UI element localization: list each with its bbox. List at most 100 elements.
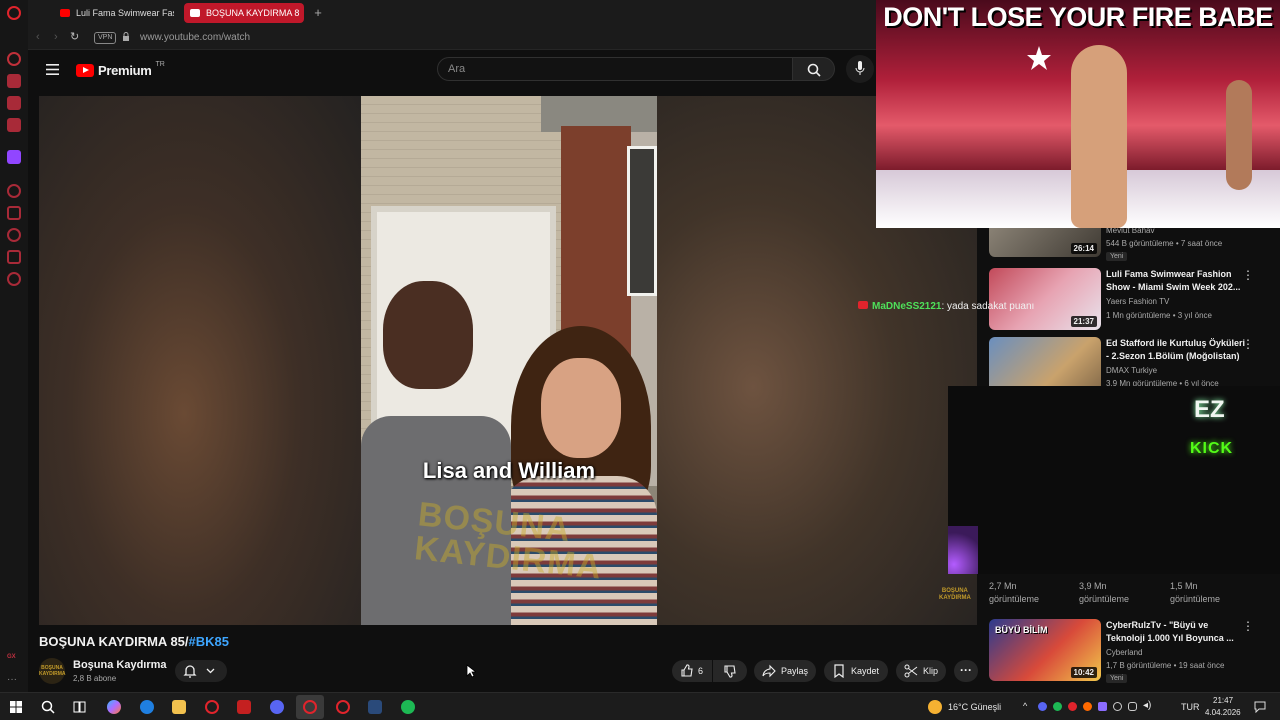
more-options-icon[interactable]: ⋮ bbox=[1242, 268, 1254, 282]
back-icon[interactable]: ‹ bbox=[36, 31, 40, 43]
messenger-icon[interactable] bbox=[7, 96, 21, 110]
player-icon[interactable] bbox=[7, 184, 21, 198]
stream-overlay-webcam: EZ KICK bbox=[948, 386, 1280, 574]
windows-start-icon[interactable] bbox=[10, 701, 22, 713]
clock-date[interactable]: 4.04.2026 bbox=[1205, 708, 1241, 717]
notifications-icon[interactable] bbox=[1254, 701, 1266, 713]
channel-name[interactable]: Boşuna Kaydırma bbox=[73, 659, 167, 671]
youtube-header: Premium TR Ara bbox=[28, 50, 876, 90]
weather-sun-icon[interactable] bbox=[928, 700, 942, 714]
search-input[interactable]: Ara bbox=[437, 57, 793, 81]
tray-discord-icon[interactable] bbox=[1038, 702, 1047, 711]
star-logo-icon bbox=[1027, 46, 1051, 70]
edge-browser-icon[interactable] bbox=[140, 700, 154, 714]
crypto-wallet-icon[interactable] bbox=[7, 74, 21, 88]
vpn-badge[interactable]: VPN bbox=[94, 32, 117, 44]
volume-icon[interactable]: ◂) bbox=[1143, 700, 1151, 711]
more-options-icon[interactable]: ⋮ bbox=[1242, 619, 1254, 633]
url-field[interactable]: www.youtube.com/watch bbox=[140, 32, 250, 43]
youtube-play-logo-icon bbox=[76, 63, 94, 77]
tray-app-icon[interactable] bbox=[1098, 702, 1107, 711]
forward-icon[interactable]: › bbox=[54, 31, 58, 43]
opera-gx-icon[interactable] bbox=[205, 700, 219, 714]
twitch-icon[interactable] bbox=[7, 150, 21, 164]
recommendation-thumbnail[interactable] bbox=[989, 337, 1101, 387]
weather-text[interactable]: 16°C Güneşli bbox=[948, 702, 1001, 712]
clock-time[interactable]: 21:47 bbox=[1213, 696, 1233, 705]
like-button[interactable]: 6 bbox=[672, 660, 712, 682]
subscribed-notifications-button[interactable] bbox=[175, 660, 227, 682]
tab-bar: Luli Fama Swimwear Fash BOŞUNA KAYDIRMA … bbox=[28, 0, 876, 26]
youtube-premium-logo[interactable]: Premium TR bbox=[76, 61, 165, 78]
share-button[interactable]: Paylaş bbox=[754, 660, 816, 682]
recommendation-item[interactable]: Ed Stafford ile Kurtuluş Öyküleri - 2.Se… bbox=[989, 337, 1280, 387]
thumbs-down-icon bbox=[724, 665, 736, 678]
bookmark-icon bbox=[834, 664, 844, 678]
bell-icon bbox=[183, 665, 197, 678]
file-explorer-icon[interactable] bbox=[172, 700, 186, 714]
opera-logo-icon[interactable] bbox=[7, 6, 21, 20]
tray-app-icon[interactable] bbox=[1068, 702, 1077, 711]
chat-badge-icon bbox=[858, 301, 868, 309]
mouse-cursor-icon bbox=[466, 664, 476, 678]
tab-switcher-icon[interactable] bbox=[32, 3, 40, 23]
recommendation-thumbnail[interactable]: 21:37 bbox=[989, 268, 1101, 330]
windows-taskbar: 16°C Güneşli ^ ◂) TUR 21:47 4.04.2026 bbox=[0, 692, 1280, 720]
chevron-down-icon bbox=[206, 668, 215, 674]
voice-search-button[interactable] bbox=[846, 55, 874, 83]
more-dots-icon[interactable]: ··· bbox=[7, 674, 21, 688]
tray-overflow-icon[interactable]: ^ bbox=[1023, 701, 1027, 711]
more-actions-button[interactable]: ··· bbox=[954, 660, 978, 682]
aria-icon[interactable] bbox=[7, 52, 21, 66]
microphone-icon bbox=[855, 61, 865, 75]
scissors-icon bbox=[904, 664, 918, 678]
video-frame-photo: BOŞUNA KAYDIRMA bbox=[361, 96, 657, 625]
recommendation-item[interactable]: 26:14 Mevlüt Bahav 544 B görüntüleme • 7… bbox=[989, 221, 1280, 265]
network-icon[interactable] bbox=[1128, 702, 1137, 711]
opera-active-app[interactable] bbox=[296, 695, 324, 719]
spotify-icon[interactable] bbox=[401, 700, 415, 714]
bookmarks-icon[interactable] bbox=[7, 206, 21, 220]
tab-bosuna-kaydirma[interactable]: BOŞUNA KAYDIRMA 8 bbox=[184, 3, 304, 23]
hashtag-link[interactable]: #BK85 bbox=[189, 634, 229, 649]
opera-sidebar: GX ··· bbox=[0, 0, 28, 692]
recommendation-item[interactable]: 21:37 Luli Fama Swimwear Fashion Show - … bbox=[989, 268, 1280, 330]
short-stat: 1,5 Mn görüntüleme bbox=[1170, 581, 1221, 604]
short-stat: 2,7 Mn görüntüleme bbox=[989, 581, 1040, 604]
search-icon[interactable] bbox=[41, 700, 55, 714]
channel-bug-logo: BOŞUNA KAYDIRMA bbox=[939, 588, 971, 601]
more-options-icon[interactable]: ⋮ bbox=[1242, 337, 1254, 351]
clip-button[interactable]: Klip bbox=[896, 660, 946, 682]
history-icon[interactable] bbox=[7, 228, 21, 242]
extensions-icon[interactable] bbox=[7, 250, 21, 264]
stream-overlay-fashion: DON'T LOSE YOUR FIRE BABE bbox=[876, 0, 1280, 228]
chat-message: MaDNeSS2121: yada sadakat puanı bbox=[858, 301, 1034, 312]
video-player[interactable]: BOŞUNA KAYDIRMA Lisa and William BOŞUNA K… bbox=[39, 96, 977, 625]
new-tab-button[interactable]: + bbox=[310, 3, 326, 23]
app-icon[interactable] bbox=[237, 700, 251, 714]
search-icon bbox=[807, 63, 821, 77]
tray-app-icon[interactable] bbox=[1083, 702, 1092, 711]
tab-luli-fama[interactable]: Luli Fama Swimwear Fash bbox=[54, 3, 174, 23]
channel-avatar[interactable]: BOŞUNA KAYDIRMA bbox=[39, 658, 65, 684]
recommendation-thumbnail[interactable]: BÜYÜ BİLİM 10:42 bbox=[989, 619, 1101, 681]
tray-app-icon[interactable] bbox=[1113, 702, 1122, 711]
gx-icon[interactable]: GX bbox=[7, 654, 21, 668]
discord-icon[interactable] bbox=[270, 700, 284, 714]
opera-icon[interactable] bbox=[336, 700, 350, 714]
language-indicator[interactable]: TUR bbox=[1181, 702, 1200, 712]
search-button[interactable] bbox=[793, 57, 835, 81]
task-view-icon[interactable] bbox=[73, 701, 86, 713]
steam-icon[interactable] bbox=[368, 700, 382, 714]
recommendation-item[interactable]: BÜYÜ BİLİM 10:42 CyberRulzTv - "Büyü ve … bbox=[989, 619, 1280, 683]
save-button[interactable]: Kaydet bbox=[824, 660, 888, 682]
mail-icon[interactable] bbox=[7, 118, 21, 132]
settings-gear-icon[interactable] bbox=[7, 272, 21, 286]
tray-spotify-icon[interactable] bbox=[1053, 702, 1062, 711]
dislike-button[interactable] bbox=[713, 660, 747, 682]
ez-logo: EZ bbox=[1194, 396, 1225, 423]
video-caption: Lisa and William bbox=[422, 458, 596, 483]
menu-hamburger-icon[interactable] bbox=[46, 64, 59, 75]
reload-icon[interactable]: ↻ bbox=[70, 30, 79, 43]
copilot-icon[interactable] bbox=[107, 700, 121, 714]
